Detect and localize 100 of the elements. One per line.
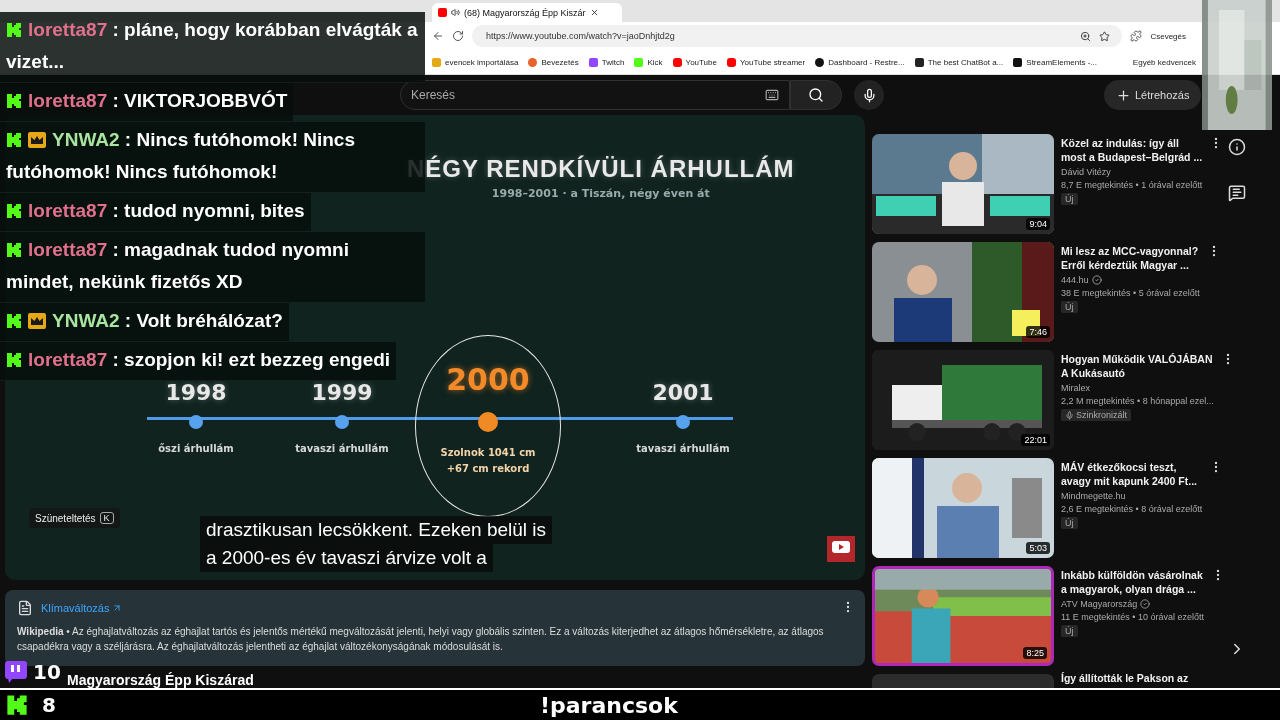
create-button[interactable]: Létrehozás — [1104, 80, 1202, 110]
video-link[interactable]: Mi lesz az MCC-vagyonnal? Erről kérdeztük Magyar ... — [1061, 244, 1200, 272]
chat-button[interactable]: Csevegés — [1150, 31, 1186, 41]
video-link[interactable]: Közel az indulás: így áll most a Budapest–Belgrád ... — [1061, 136, 1203, 164]
video-thumbnail[interactable]: 5:03 — [872, 458, 1054, 558]
star-icon[interactable] — [1099, 30, 1111, 42]
channel-name[interactable]: Dávid Vitézy — [1061, 167, 1111, 177]
video-link[interactable]: Hogyan Működik VALÓJÁBAN A Kukásautó — [1061, 352, 1214, 380]
bookmark[interactable]: Twitch — [588, 57, 625, 67]
plus-icon — [1116, 87, 1131, 103]
chat-message: loretta87 : pláne, hogy korábban elvágták a vizet... — [0, 12, 425, 83]
channel-name[interactable]: Miralex — [1061, 383, 1090, 393]
timeline-year: 2000 — [446, 365, 530, 399]
channel-name[interactable]: Mindmegette.hu — [1061, 491, 1126, 501]
video-link[interactable]: Így állították le Pakson az — [1061, 672, 1207, 684]
bookmark-icon — [528, 57, 538, 67]
kick-icon — [6, 22, 22, 38]
timeline-dot — [335, 415, 349, 429]
bookmark-icon — [1013, 57, 1023, 67]
viewer-count: 8 — [42, 693, 56, 717]
keyboard-icon[interactable] — [765, 88, 779, 102]
duration-label: 7:46 — [1026, 326, 1050, 338]
chat-message: loretta87 : tudod nyomni, bites — [0, 193, 311, 232]
duration-label: 22:01 — [1021, 434, 1050, 446]
bookmark[interactable]: Dashboard - Restre... — [815, 57, 905, 67]
chat-message: loretta87 : VIKTORJOBBVÓT — [0, 83, 294, 122]
bookmark-icon — [726, 57, 736, 67]
document-icon — [17, 600, 33, 616]
speaker-icon — [451, 8, 460, 17]
other-bookmarks[interactable]: Egyéb kedvencek — [1132, 57, 1196, 67]
viewer-count: 10 — [33, 660, 61, 684]
info-icon[interactable] — [1228, 138, 1246, 156]
bookmark[interactable]: YouTube — [672, 57, 717, 67]
video-badge: Szinkronizált — [1061, 409, 1132, 421]
zoom-icon[interactable] — [1080, 30, 1092, 42]
address-bar[interactable]: https://www.youtube.com/watch?v=jaoDnhjtd2g — [472, 25, 1123, 47]
pause-tooltip: Szüneteltetés K — [29, 508, 120, 528]
video-meta: 2,6 E megtekintés • 8 órával ezelőtt — [1061, 504, 1203, 514]
mic-button[interactable] — [854, 80, 884, 110]
info-link[interactable]: Klímaváltozás — [41, 602, 123, 614]
search-icon — [808, 87, 824, 103]
kick-icon — [6, 93, 22, 109]
duration-label: 5:03 — [1026, 542, 1050, 554]
timeline-year: 2001 — [652, 379, 714, 407]
video-link[interactable]: Inkább külföldön vásárolnak a magyarok, olyan drága ... — [1061, 568, 1205, 596]
video-subheading: 1998–2001 · a Tiszán, négy éven át — [491, 187, 710, 200]
reload-icon[interactable] — [452, 30, 464, 42]
bookmark[interactable]: Kick — [634, 57, 663, 67]
info-text: Wikipedia • Az éghajlatváltozás az éghajlat tartós és jelentős mértékű megváltozását jelenti, helyi vagy globális szinten. Ez a változás kiterjedhet az átlagos hőmérsékletre, az átlagos csapadékra vagy a széljárásra. Az éghajlatváltozás jelentheti az éghajlat változékonyságának módosulását is. — [17, 625, 825, 654]
video-thumbnail[interactable]: 8:25 — [872, 566, 1054, 666]
video-thumbnail[interactable]: 22:01 — [872, 350, 1054, 450]
chat-message: loretta87 : magadnak tudod nyomni mindet, nekünk fizetős XD — [0, 232, 425, 303]
timeline-label: Szolnok 1041 cm +67 cm rekord — [440, 446, 536, 476]
microphone-icon — [861, 87, 877, 103]
extensions-icon[interactable] — [1130, 30, 1143, 42]
bookmark-icon — [672, 57, 682, 67]
kick-icon — [6, 242, 22, 258]
timeline-year: 1999 — [311, 379, 373, 407]
bookmark[interactable]: YouTube streamer — [726, 57, 806, 67]
video-thumbnail[interactable]: 7:46 — [872, 242, 1054, 342]
kick-icon — [6, 132, 22, 148]
timeline-label: tavaszi árhullám — [295, 442, 389, 456]
timeline-dot — [478, 412, 498, 432]
bookmark[interactable]: Bevezetés — [528, 57, 579, 67]
bookmark-icon — [914, 57, 924, 67]
chat-icon[interactable] — [1228, 184, 1246, 202]
channel-name[interactable]: ATV Magyarország — [1061, 599, 1138, 609]
video-link[interactable]: MÁV étkezőkocsi teszt, avagy mit kapunk 2400 Ft... — [1061, 460, 1203, 488]
bookmark[interactable]: StreamElements -... — [1013, 57, 1097, 67]
bookmark-icon — [588, 57, 598, 67]
close-icon[interactable] — [589, 8, 599, 17]
video-meta: 11 E megtekintés • 10 órával ezelőtt — [1061, 612, 1205, 622]
external-link-icon — [112, 603, 123, 613]
bookmark[interactable]: The best ChatBot a... — [914, 57, 1004, 67]
kick-icon — [6, 313, 22, 329]
duration-label: 9:04 — [1026, 218, 1050, 230]
video-badge: Új — [1061, 625, 1078, 637]
timeline-label: őszi árhullám — [158, 442, 234, 456]
video-badge: Új — [1061, 301, 1078, 313]
youtube-icon — [438, 8, 447, 17]
search-button[interactable] — [790, 80, 842, 110]
bookmark-icon — [815, 57, 825, 67]
timeline-year: 1998 — [165, 379, 227, 407]
back-icon[interactable] — [432, 30, 444, 42]
search-field[interactable]: Keresés — [400, 80, 790, 110]
chat-message: YNWA2 : Volt bréhálózat? — [0, 303, 289, 342]
duration-label: 8:25 — [1023, 647, 1047, 659]
channel-name[interactable]: 444.hu — [1061, 275, 1089, 285]
bookmark-icon — [634, 57, 644, 67]
timeline-dot — [189, 415, 203, 429]
browser-tab[interactable]: (68) Magyarország Épp Kiszár — [432, 3, 622, 22]
video-thumbnail[interactable]: 9:04 — [872, 134, 1054, 234]
channel-logo-icon — [827, 536, 855, 562]
bookmark[interactable]: evencek importálása — [432, 57, 519, 67]
video-badge: Új — [1061, 193, 1078, 205]
kick-icon — [6, 203, 22, 219]
video-meta: 2,2 M megtekintés • 8 hónappal ezel... — [1061, 396, 1214, 406]
bookmark-icon — [432, 57, 441, 67]
kick-icon — [6, 352, 22, 368]
chat-message: loretta87 : szopjon ki! ezt bezzeg engedi — [0, 342, 397, 381]
